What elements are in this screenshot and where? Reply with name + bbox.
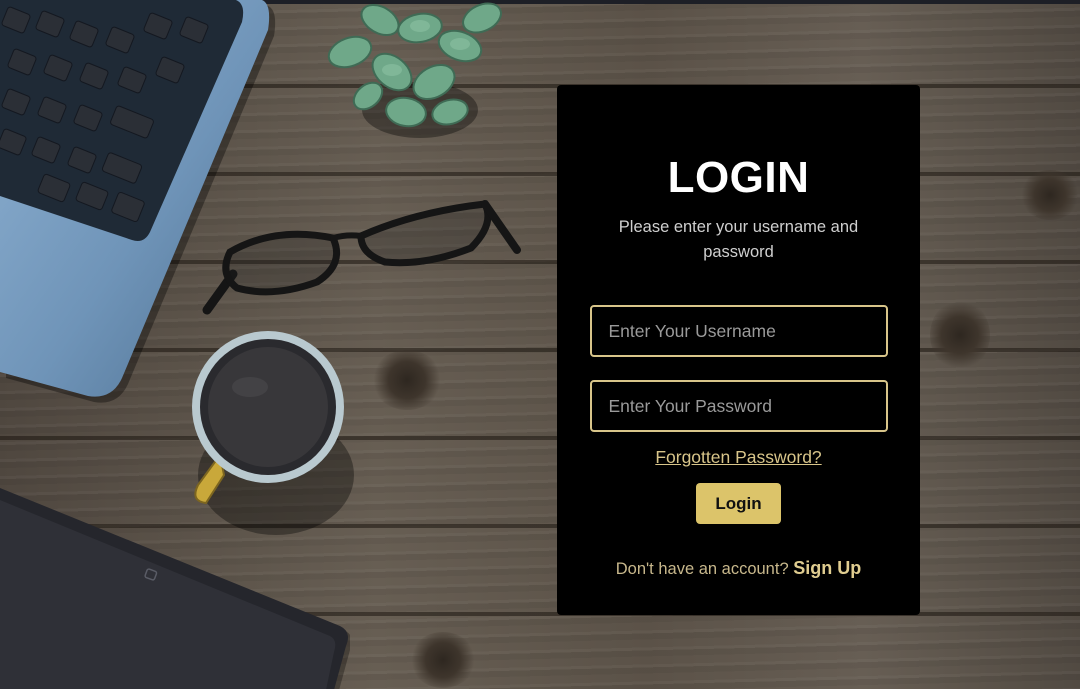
- login-card: LOGIN Please enter your username and pas…: [557, 85, 920, 615]
- tablet-image: [0, 488, 350, 689]
- wood-knot: [1020, 170, 1080, 220]
- signup-link[interactable]: Sign Up: [793, 558, 861, 578]
- plant-image: [327, 2, 502, 138]
- username-input[interactable]: [589, 305, 888, 357]
- signup-prompt: Don't have an account?: [615, 560, 789, 578]
- wood-knot: [410, 632, 476, 688]
- login-button[interactable]: Login: [696, 483, 781, 524]
- forgot-password-link[interactable]: Forgotten Password?: [655, 447, 821, 468]
- login-subtitle: Please enter your username and password: [618, 218, 859, 261]
- wood-knot: [372, 350, 442, 410]
- login-title: LOGIN: [667, 153, 810, 202]
- password-input[interactable]: [589, 380, 888, 432]
- eyeglasses-image: [202, 200, 521, 315]
- signup-row: Don't have an account? Sign Up: [616, 558, 861, 579]
- wood-knot: [930, 300, 990, 370]
